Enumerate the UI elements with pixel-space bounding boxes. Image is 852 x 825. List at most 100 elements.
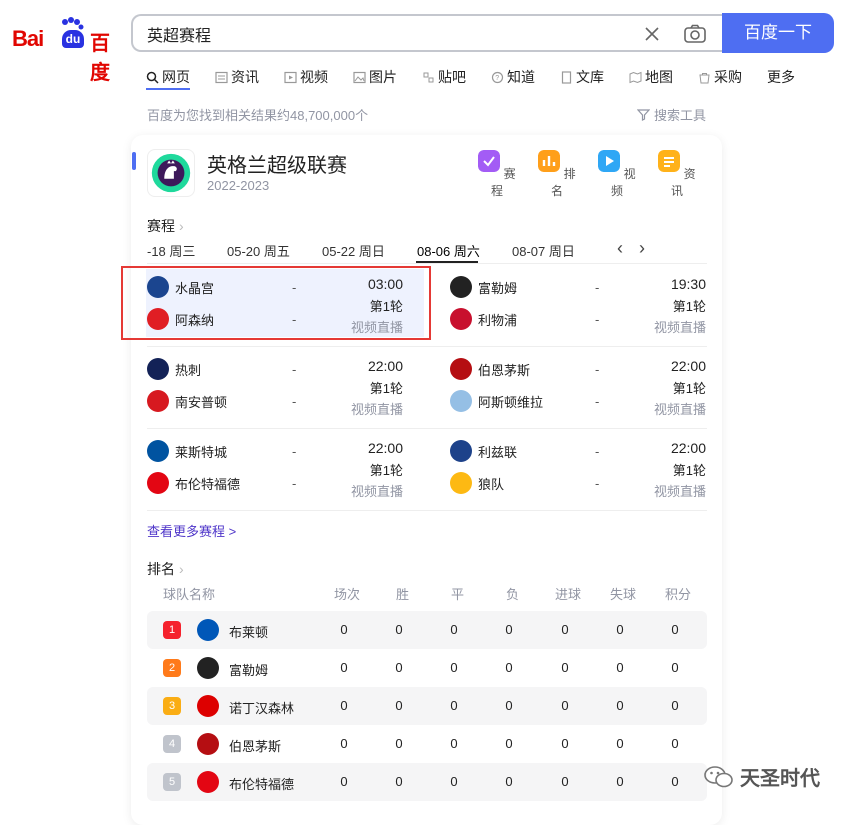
ranking-title-label: 排名	[147, 561, 175, 577]
ranking-section-title[interactable]: 排名 ›	[147, 559, 184, 579]
tab-label: 贴吧	[438, 69, 466, 85]
play-icon	[598, 150, 621, 172]
chevron-right-icon: ›	[179, 218, 184, 234]
date-tab[interactable]: 05-22 周日	[322, 241, 385, 260]
ranking-row[interactable]: 3 诺丁汉森林 0 0 0 0 0 0 0	[147, 687, 707, 725]
team-crest-icon	[450, 308, 472, 330]
ranking-col-wins: 胜	[396, 587, 410, 602]
match-item[interactable]: 伯恩茅斯 阿斯顿维拉 - - 22:00 第1轮 视频直播	[450, 353, 706, 427]
ranking-value: 0	[505, 660, 513, 675]
ranking-value: 0	[340, 622, 348, 637]
tab-web[interactable]: 网页	[146, 66, 190, 88]
ranking-col-team: 球队名称	[163, 587, 216, 602]
home-team[interactable]: 富勒姆	[450, 276, 517, 298]
chevron-right-icon[interactable]: ›	[639, 238, 645, 259]
ranking-value: 0	[671, 622, 679, 637]
team-name[interactable]: 布伦特福德	[229, 774, 294, 793]
search-icon	[146, 71, 159, 84]
ranking-value: 0	[340, 736, 348, 751]
home-team[interactable]: 热刺	[147, 358, 201, 380]
ranking-value: 0	[671, 660, 679, 675]
tab-purchase[interactable]: 采购	[698, 66, 742, 88]
team-name[interactable]: 诺丁汉森林	[229, 698, 294, 717]
team-name[interactable]: 富勒姆	[229, 660, 268, 679]
live-stream-link[interactable]: 视频直播	[351, 481, 403, 500]
date-tab[interactable]: 08-07 周日	[512, 241, 575, 260]
ranking-row[interactable]: 4 伯恩茅斯 0 0 0 0 0 0 0	[147, 725, 707, 763]
baidu-logo[interactable]: Bai du 百度	[12, 17, 116, 84]
search-box	[131, 14, 723, 52]
away-team[interactable]: 利物浦	[450, 308, 517, 330]
away-team[interactable]: 狼队	[450, 472, 504, 494]
ranking-row[interactable]: 2 富勒姆 0 0 0 0 0 0 0	[147, 649, 707, 687]
away-team-name: 南安普顿	[175, 394, 228, 410]
clear-icon[interactable]	[642, 24, 662, 44]
match-item[interactable]: 富勒姆 利物浦 - - 19:30 第1轮 视频直播	[450, 271, 706, 345]
more-schedule-link[interactable]: 查看更多赛程 >	[147, 521, 236, 540]
video-icon	[284, 71, 297, 83]
ranking-value: 0	[505, 736, 513, 751]
live-stream-link[interactable]: 视频直播	[654, 317, 706, 336]
quick-link-ranking[interactable]: 排名	[537, 150, 577, 199]
tab-tieba[interactable]: 贴吧	[422, 66, 466, 88]
date-tab-active[interactable]: 08-06 周六	[417, 241, 480, 260]
home-score: -	[292, 444, 297, 459]
tieba-icon	[423, 72, 434, 82]
ranking-row[interactable]: 5 布伦特福德 0 0 0 0 0 0 0	[147, 763, 707, 801]
team-crest-icon	[197, 695, 219, 717]
home-team[interactable]: 利兹联	[450, 440, 517, 462]
match-item[interactable]: 利兹联 狼队 - - 22:00 第1轮 视频直播	[450, 435, 706, 509]
search-tools-button[interactable]: 搜索工具	[637, 105, 706, 124]
ranking-value: 0	[671, 736, 679, 751]
quick-link-video[interactable]: 视频	[597, 150, 637, 199]
live-stream-link[interactable]: 视频直播	[654, 481, 706, 500]
bar-chart-icon	[538, 150, 561, 172]
team-name[interactable]: 伯恩茅斯	[229, 736, 281, 755]
chevron-left-icon[interactable]: ‹	[617, 238, 623, 259]
ranking-value: 0	[395, 774, 403, 789]
tab-wenku[interactable]: 文库	[560, 66, 604, 88]
match-time: 22:00	[367, 440, 403, 456]
away-team-name: 狼队	[478, 476, 505, 492]
live-stream-link[interactable]: 视频直播	[654, 399, 706, 418]
quick-link-schedule[interactable]: 赛程	[477, 150, 517, 199]
ranking-value: 0	[616, 660, 624, 675]
ranking-value: 0	[671, 698, 679, 713]
tab-news[interactable]: 资讯	[215, 66, 259, 88]
quick-link-news[interactable]: 资讯	[657, 150, 697, 199]
home-team-name: 伯恩茅斯	[478, 362, 531, 378]
league-title[interactable]: 英格兰超级联赛	[207, 149, 347, 178]
tab-zhidao[interactable]: ? 知道	[491, 66, 535, 88]
team-crest-icon	[450, 472, 472, 494]
premier-league-logo[interactable]	[147, 149, 195, 197]
team-name[interactable]: 布莱顿	[229, 622, 268, 641]
match-time: 22:00	[367, 358, 403, 374]
tab-video[interactable]: 视频	[284, 66, 328, 88]
schedule-title-label: 赛程	[147, 218, 175, 234]
date-tab[interactable]: -18 周三	[147, 241, 195, 260]
search-button[interactable]: 百度一下	[722, 13, 834, 53]
match-item[interactable]: 莱斯特城 布伦特福德 - - 22:00 第1轮 视频直播	[147, 435, 403, 509]
away-team[interactable]: 布伦特福德	[147, 472, 240, 494]
ranking-col-points: 积分	[665, 587, 692, 602]
home-team[interactable]: 莱斯特城	[147, 440, 227, 462]
tab-map[interactable]: 地图	[629, 66, 673, 88]
tab-more[interactable]: 更多	[767, 66, 795, 88]
home-team[interactable]: 伯恩茅斯	[450, 358, 530, 380]
tab-label: 知道	[507, 69, 535, 85]
ranking-row[interactable]: 1 布莱顿 0 0 0 0 0 0 0	[147, 611, 707, 649]
wechat-icon	[704, 765, 733, 787]
match-item[interactable]: 热刺 南安普顿 - - 22:00 第1轮 视频直播	[147, 353, 403, 427]
camera-icon[interactable]	[683, 24, 707, 44]
date-tab[interactable]: 05-20 周五	[227, 241, 290, 260]
live-stream-link[interactable]: 视频直播	[351, 399, 403, 418]
ranking-col-goals-for: 进球	[555, 587, 582, 602]
away-team-name: 布伦特福德	[175, 476, 241, 492]
away-team[interactable]: 南安普顿	[147, 390, 227, 412]
away-team[interactable]: 阿斯顿维拉	[450, 390, 543, 412]
ranking-col-goals-against: 失球	[610, 587, 637, 602]
schedule-section-title[interactable]: 赛程 ›	[147, 216, 184, 236]
search-input[interactable]	[147, 23, 627, 45]
ranking-value: 0	[395, 736, 403, 751]
tab-image[interactable]: 图片	[353, 66, 397, 88]
